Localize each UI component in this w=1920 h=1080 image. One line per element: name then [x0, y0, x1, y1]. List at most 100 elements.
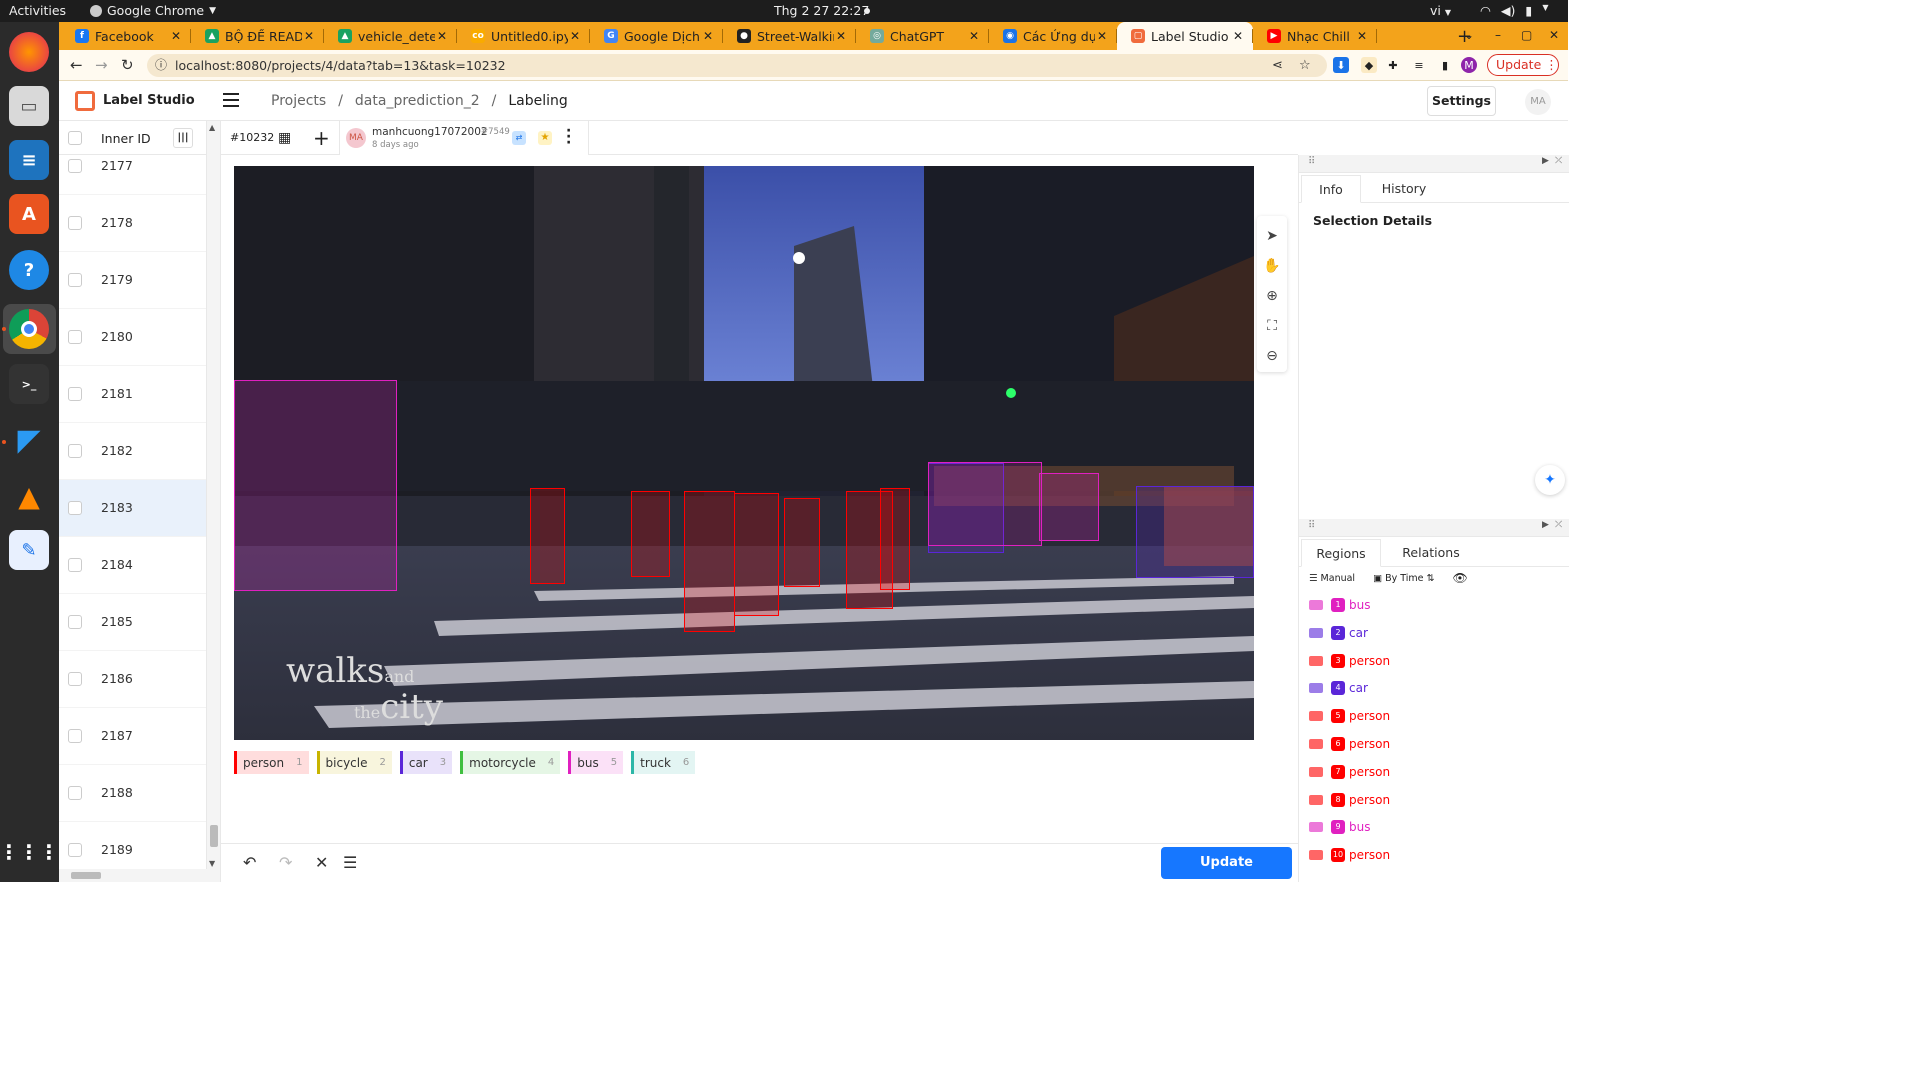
browser-tab[interactable]: ▲ vehicle_detect✕: [324, 22, 457, 50]
region-person-6[interactable]: [684, 491, 735, 632]
task-row-checkbox[interactable]: [68, 558, 82, 572]
label-chip-bicycle[interactable]: bicycle 2: [316, 751, 392, 774]
help-icon[interactable]: ?: [9, 250, 49, 290]
region-list-item[interactable]: 3 person: [1309, 649, 1390, 673]
region-list-item[interactable]: 8 person: [1309, 788, 1390, 812]
region-person-11[interactable]: [880, 488, 910, 590]
region-list-item[interactable]: 10 person: [1309, 843, 1390, 867]
scrollbar-thumb[interactable]: [210, 825, 218, 847]
browser-tab[interactable]: ▲ BỘ ĐỀ READI ✕: [191, 22, 324, 50]
back-button[interactable]: ←: [70, 56, 83, 74]
input-language[interactable]: vi ▼: [1430, 3, 1451, 18]
reload-button[interactable]: ↻: [121, 56, 134, 74]
task-row-checkbox[interactable]: [68, 444, 82, 458]
close-tab-icon[interactable]: ✕: [1355, 29, 1369, 43]
profile-avatar[interactable]: M: [1461, 57, 1477, 73]
tab-search-button[interactable]: ⌄: [1464, 28, 1474, 42]
chrome-update-button[interactable]: Update ⋮: [1487, 54, 1559, 76]
detach-panel-icon[interactable]: ⤫: [1555, 520, 1562, 530]
tab-relations[interactable]: Relations: [1391, 539, 1471, 567]
browser-tab[interactable]: ● Street-Walking✕: [723, 22, 856, 50]
undo-icon[interactable]: ↶: [243, 853, 256, 872]
region-list-item[interactable]: 4 car: [1309, 676, 1368, 700]
task-row-checkbox[interactable]: [68, 387, 82, 401]
collapse-panel-icon[interactable]: ▶: [1542, 156, 1549, 166]
update-annotation-button[interactable]: Update: [1161, 847, 1292, 879]
settings-sliders-icon[interactable]: ☰: [343, 853, 357, 872]
pointer-tool-icon[interactable]: ➤: [1262, 226, 1282, 246]
close-tab-icon[interactable]: ✕: [1095, 29, 1109, 43]
detach-panel-icon[interactable]: ⤫: [1555, 156, 1562, 166]
task-row-checkbox[interactable]: [68, 729, 82, 743]
region-bus-12[interactable]: [928, 462, 1042, 546]
task-row-checkbox[interactable]: [68, 672, 82, 686]
bookmark-star-icon[interactable]: ☆: [1299, 54, 1311, 77]
zoom-out-icon[interactable]: ⊖: [1262, 346, 1282, 366]
redo-icon[interactable]: ↷: [279, 853, 292, 872]
visibility-eye-icon[interactable]: 👁: [1452, 571, 1467, 585]
browser-tab[interactable]: ◉ Các Ứng dụng✕: [989, 22, 1117, 50]
url-input[interactable]: ⓘ localhost:8080/projects/4/data?tab=13&…: [147, 54, 1327, 77]
by-time-sort-button[interactable]: ▣ By Time ⇅: [1373, 573, 1434, 584]
side-panel-icon[interactable]: ▮: [1437, 57, 1453, 73]
task-row-checkbox[interactable]: [68, 330, 82, 344]
close-tab-icon[interactable]: ✕: [568, 29, 582, 43]
browser-tab[interactable]: f Facebook ✕: [61, 22, 191, 50]
task-row[interactable]: 2183: [59, 480, 206, 537]
regions-panel-header[interactable]: ⠿ ▶ ⤫: [1299, 519, 1569, 537]
scroll-down-icon[interactable]: ▼: [209, 859, 215, 868]
vscode-icon[interactable]: ◤: [9, 420, 49, 460]
task-row[interactable]: 2182: [59, 423, 206, 480]
writer-icon[interactable]: ≡: [9, 140, 49, 180]
task-row[interactable]: 2186: [59, 651, 206, 708]
browser-tab[interactable]: co Untitled0.ipyn✕: [457, 22, 590, 50]
tab-history[interactable]: History: [1371, 175, 1437, 203]
breadcrumb-project[interactable]: data_prediction_2: [355, 93, 480, 109]
label-chip-bus[interactable]: bus 5: [568, 751, 624, 774]
task-row[interactable]: 2188: [59, 765, 206, 822]
task-row[interactable]: 2187: [59, 708, 206, 765]
task-row-checkbox[interactable]: [68, 159, 82, 173]
close-tab-icon[interactable]: ✕: [302, 29, 316, 43]
task-row-checkbox[interactable]: [68, 615, 82, 629]
region-bus-9[interactable]: [1039, 473, 1099, 541]
zoom-in-icon[interactable]: ⊕: [1262, 286, 1282, 306]
region-list-item[interactable]: 6 person: [1309, 732, 1390, 756]
region-person-3[interactable]: [530, 488, 565, 584]
info-panel-header[interactable]: ⠿ ▶ ⤫: [1299, 155, 1569, 173]
terminal-icon[interactable]: >_: [9, 364, 49, 404]
region-list-item[interactable]: 5 person: [1309, 704, 1390, 728]
close-tab-icon[interactable]: ✕: [834, 29, 848, 43]
task-row-checkbox[interactable]: [68, 786, 82, 800]
breadcrumb-projects[interactable]: Projects: [271, 93, 326, 109]
vlc-icon[interactable]: ▲: [9, 476, 49, 516]
task-row[interactable]: 2184: [59, 537, 206, 594]
chrome-dock-icon[interactable]: [9, 309, 49, 349]
task-row-checkbox[interactable]: [68, 273, 82, 287]
hamburger-menu-icon[interactable]: [223, 93, 239, 111]
firefox-icon[interactable]: [9, 32, 49, 72]
files-icon[interactable]: ▭: [9, 86, 49, 126]
browser-tab[interactable]: ▶ Nhạc Chill ✕: [1253, 22, 1377, 50]
pan-hand-icon[interactable]: ✋: [1262, 256, 1282, 276]
text-editor-icon[interactable]: ✎: [9, 530, 49, 570]
close-tab-icon[interactable]: ✕: [435, 29, 449, 43]
site-info-icon[interactable]: ⓘ: [155, 54, 167, 77]
maximize-button[interactable]: ▢: [1521, 28, 1532, 42]
fit-screen-icon[interactable]: ⛶: [1262, 316, 1282, 336]
task-row[interactable]: 2181: [59, 366, 206, 423]
collapse-panel-icon[interactable]: ▶: [1542, 520, 1549, 530]
task-row[interactable]: 2180: [59, 309, 206, 366]
manual-sort-button[interactable]: ☰ Manual: [1309, 573, 1355, 584]
close-tab-icon[interactable]: ✕: [967, 29, 981, 43]
scroll-up-icon[interactable]: ▲: [209, 123, 215, 132]
region-person-7[interactable]: [734, 493, 779, 616]
region-person-5[interactable]: [631, 491, 670, 577]
magic-assist-icon[interactable]: ✦: [1535, 465, 1565, 495]
close-window-button[interactable]: ✕: [1549, 28, 1559, 42]
share-icon[interactable]: ⋖: [1272, 54, 1283, 77]
task-row[interactable]: 2177: [59, 138, 206, 195]
activities-button[interactable]: Activities: [9, 3, 66, 18]
clock[interactable]: Thg 2 27 22:27: [774, 3, 869, 18]
browser-tab[interactable]: ◎ ChatGPT ✕: [856, 22, 989, 50]
